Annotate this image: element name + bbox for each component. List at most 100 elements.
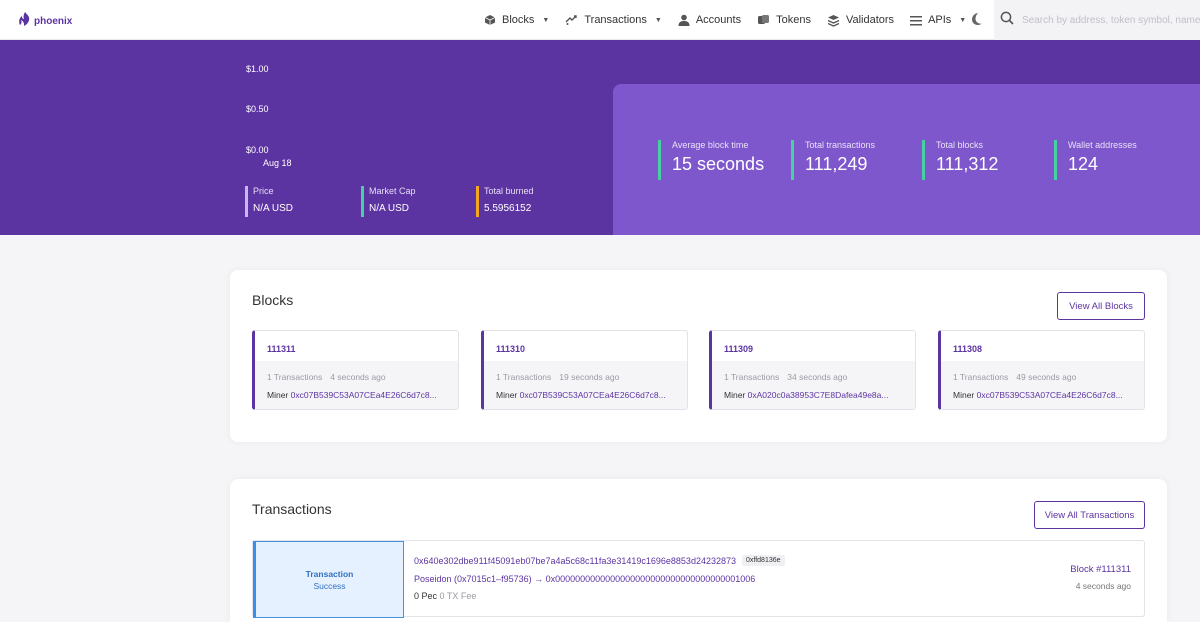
block-miner: Miner 0xc07B539C53A07CEa4E26C6d7c8... <box>953 390 1143 400</box>
total-transactions-stat: Total transactions 111,249 <box>791 140 875 180</box>
blocks-card: Blocks View All Blocks 111311 1 Transact… <box>230 270 1167 442</box>
phoenix-logo-icon <box>18 11 32 32</box>
tx-value-fee: 0 Pec 0 TX Fee <box>414 591 476 601</box>
block-details: 1 Transactions 34 seconds ago Miner 0xA02… <box>712 361 915 409</box>
block-tile[interactable]: 111310 1 Transactions 19 seconds ago Mine… <box>481 330 688 410</box>
nav-blocks[interactable]: Blocks ▼ <box>484 14 549 26</box>
stat-value: 111,249 <box>805 154 868 174</box>
tx-block-link[interactable]: Block #111311 <box>1070 564 1131 575</box>
chart-tick-label: $0.00 <box>246 145 269 155</box>
search-icon <box>1000 11 1014 30</box>
nav-validators[interactable]: Validators <box>827 14 894 27</box>
block-tx-count[interactable]: 1 Transactions <box>953 372 1008 382</box>
tx-route-link[interactable]: Poseidon (0x7015c1–f95736) → 0x000000000… <box>414 574 755 584</box>
top-navbar: phoenix Blocks ▼ Transactions ▼ Accounts… <box>0 0 1200 40</box>
stat-label: Total blocks <box>936 140 984 150</box>
nav-apis[interactable]: APIs ▼ <box>910 14 966 26</box>
wallet-addresses-stat: Wallet addresses 124 <box>1054 140 1137 180</box>
block-miner: Miner 0xc07B539C53A07CEa4E26C6d7c8... <box>496 390 686 400</box>
miner-label: Miner <box>496 390 518 400</box>
tx-status-badge: Transaction Success <box>253 541 404 618</box>
chart-tick-label: $0.50 <box>246 104 269 114</box>
view-all-transactions-button[interactable]: View All Transactions <box>1034 501 1145 529</box>
block-age: 49 seconds ago <box>1016 372 1077 382</box>
block-number-link[interactable]: 111309 <box>724 344 753 354</box>
hero-dashboard: $1.00 $0.50 $0.00 Aug 18 Price N/A USD M… <box>0 40 1200 235</box>
block-tile[interactable]: 111309 1 Transactions 34 seconds ago Mine… <box>709 330 916 410</box>
nav-blocks-label: Blocks <box>502 14 535 26</box>
chevron-down-icon: ▼ <box>654 16 662 24</box>
nav-accounts[interactable]: Accounts <box>678 14 741 26</box>
stat-bar <box>1054 140 1057 180</box>
block-age: 4 seconds ago <box>330 372 386 382</box>
search-bar <box>994 0 1200 40</box>
chain-stats-panel: Average block time 15 seconds Total tran… <box>613 84 1200 235</box>
tx-method-tag: 0xffd8136e <box>742 555 785 566</box>
stat-value: N/A USD <box>253 203 294 214</box>
logo-text: phoenix <box>34 16 73 27</box>
block-meta: 1 Transactions 49 seconds ago <box>953 372 1076 382</box>
block-number-link[interactable]: 111310 <box>496 344 525 354</box>
chevron-down-icon: ▼ <box>542 16 550 24</box>
block-tile[interactable]: 111308 1 Transactions 49 seconds ago Mine… <box>938 330 1145 410</box>
stat-value: 111,312 <box>936 154 999 174</box>
stat-label: Average block time <box>672 140 749 150</box>
miner-address-link[interactable]: 0xA020c0a38953C7E8Dafea49e8a... <box>748 390 889 400</box>
logo[interactable]: phoenix <box>18 11 72 32</box>
chevron-down-icon: ▼ <box>959 16 967 24</box>
tx-fee: 0 TX Fee <box>439 591 477 601</box>
stat-value: 15 seconds <box>672 154 765 174</box>
menu-icon <box>910 15 923 26</box>
total-burned-stat: Total burned 5.5956152 <box>476 186 534 217</box>
miner-label: Miner <box>267 390 289 400</box>
nav-transactions-label: Transactions <box>584 14 647 26</box>
tx-value: 0 Pec <box>414 591 438 601</box>
block-number-link[interactable]: 111311 <box>267 344 296 354</box>
nav-apis-label: APIs <box>928 14 952 26</box>
block-meta: 1 Transactions 4 seconds ago <box>267 372 386 382</box>
block-age: 34 seconds ago <box>787 372 848 382</box>
nav-transactions[interactable]: Transactions ▼ <box>565 14 662 26</box>
block-number-link[interactable]: 111308 <box>953 344 982 354</box>
stat-bar <box>658 140 661 180</box>
avg-block-time-stat: Average block time 15 seconds <box>658 140 764 180</box>
miner-address-link[interactable]: 0xc07B539C53A07CEa4E26C6d7c8... <box>291 390 437 400</box>
block-age: 19 seconds ago <box>559 372 620 382</box>
nav-validators-label: Validators <box>845 14 895 26</box>
nav-accounts-label: Accounts <box>695 14 742 26</box>
chart-tick-label: $1.00 <box>246 64 269 74</box>
stat-bar <box>361 186 364 217</box>
transfer-icon <box>565 14 578 26</box>
block-tx-count[interactable]: 1 Transactions <box>267 372 322 382</box>
stat-bar <box>245 186 248 217</box>
stat-label: Wallet addresses <box>1068 140 1137 150</box>
blocks-title: Blocks <box>252 292 294 308</box>
transactions-title: Transactions <box>252 501 332 517</box>
dark-mode-toggle[interactable] <box>969 11 983 32</box>
block-details: 1 Transactions 49 seconds ago Miner 0xc07… <box>941 361 1144 409</box>
block-miner: Miner 0xc07B539C53A07CEa4E26C6d7c8... <box>267 390 457 400</box>
nav-tokens[interactable]: Tokens <box>757 14 811 26</box>
view-all-blocks-button[interactable]: View All Blocks <box>1057 292 1145 320</box>
moon-icon <box>969 13 983 31</box>
stat-value: 5.5956152 <box>484 203 532 214</box>
transactions-card: Transactions View All Transactions Trans… <box>230 479 1167 622</box>
block-tx-count[interactable]: 1 Transactions <box>724 372 779 382</box>
cube-icon <box>484 14 496 26</box>
stat-label: Total burned <box>484 186 534 196</box>
stat-label: Price <box>253 186 274 196</box>
block-tile[interactable]: 111311 1 Transactions 4 seconds ago Miner… <box>252 330 459 410</box>
stat-label: Market Cap <box>369 186 416 196</box>
block-meta: 1 Transactions 34 seconds ago <box>724 372 847 382</box>
tx-hash-link[interactable]: 0x640e302dbe911f45091eb07be7a4a5c68c11fa… <box>414 556 736 566</box>
block-tx-count[interactable]: 1 Transactions <box>496 372 551 382</box>
miner-address-link[interactable]: 0xc07B539C53A07CEa4E26C6d7c8... <box>977 390 1123 400</box>
price-stat: Price N/A USD <box>245 186 293 217</box>
chart-date-label: Aug 18 <box>263 158 292 168</box>
search-input[interactable] <box>1022 14 1200 26</box>
stat-value: 124 <box>1068 154 1099 174</box>
miner-label: Miner <box>724 390 746 400</box>
block-miner: Miner 0xA020c0a38953C7E8Dafea49e8a... <box>724 390 914 400</box>
market-cap-stat: Market Cap N/A USD <box>361 186 416 217</box>
miner-address-link[interactable]: 0xc07B539C53A07CEa4E26C6d7c8... <box>520 390 666 400</box>
